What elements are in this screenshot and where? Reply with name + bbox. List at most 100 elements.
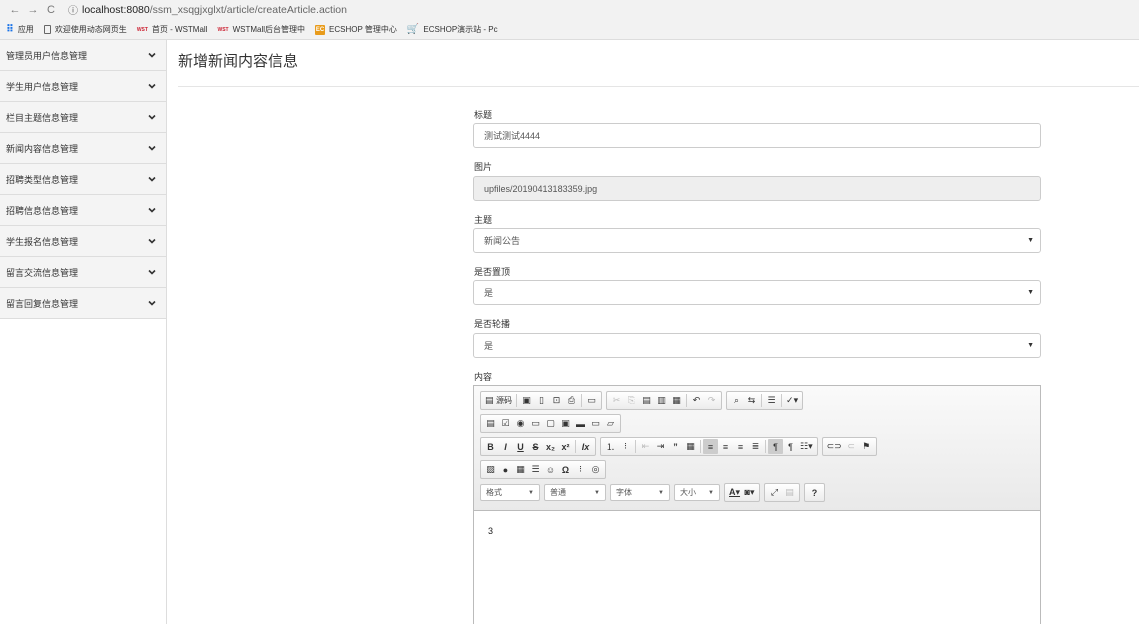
textarea-icon[interactable]: ▢ [543,416,558,431]
preview-icon[interactable]: ⊡ [549,393,564,408]
show-blocks-icon[interactable]: ▤ [782,485,797,500]
chevron-down-icon [148,237,156,245]
copy-icon[interactable]: ⎘ [624,393,639,408]
spellcheck-icon[interactable]: ✓▾ [784,393,800,408]
find-icon[interactable]: ⌕ [729,393,744,408]
sidebar-item-replies[interactable]: 留言回复信息管理 [0,288,166,319]
image-input[interactable]: upfiles/20190413183359.jpg [473,176,1041,201]
reload-icon[interactable]: C [42,4,60,16]
format-dropdown[interactable]: 格式 ▼ [480,484,540,501]
bookmark-label: ECSHOP 管理中心 [329,25,397,34]
back-icon[interactable]: ← [6,4,24,16]
url-field[interactable]: localhost:8080/ssm_xsqgjxglxt/article/cr… [82,4,347,16]
italic-icon[interactable]: I [498,439,513,454]
paste-icon[interactable]: ▤ [639,393,654,408]
editor-content-area[interactable]: 3 [474,512,1040,624]
subscript-icon[interactable]: x₂ [543,439,558,454]
templates-icon[interactable]: ▭ [584,393,599,408]
underline-icon[interactable]: U [513,439,528,454]
text-color-icon[interactable]: A▾ [727,485,742,500]
special-char-icon[interactable]: Ω [558,462,573,477]
outdent-icon[interactable]: ⇤ [638,439,653,454]
button-field-icon[interactable]: ▬ [573,416,588,431]
horizontal-line-icon[interactable]: ☰ [528,462,543,477]
image-icon[interactable]: ▨ [483,462,498,477]
anchor-icon[interactable]: ⚑ [859,439,874,454]
flash-icon[interactable]: ● [498,462,513,477]
select-all-icon[interactable]: ☰ [764,393,779,408]
link-icon[interactable]: ⊂⊃ [825,439,844,454]
rtl-icon[interactable]: ¶ [783,439,798,454]
sidebar-item-messages[interactable]: 留言交流信息管理 [0,257,166,288]
indent-icon[interactable]: ⇥ [653,439,668,454]
font-dropdown[interactable]: 字体 ▼ [610,484,670,501]
pinned-select[interactable]: 是 ▼ [473,280,1041,305]
align-left-icon[interactable]: ≡ [703,439,718,454]
blockquote-icon[interactable]: ” [668,439,683,454]
remove-format-icon[interactable]: Ix [578,439,593,454]
checkbox-icon[interactable]: ☑ [498,416,513,431]
cut-icon[interactable]: ✂ [609,393,624,408]
align-center-icon[interactable]: ≡ [718,439,733,454]
language-icon[interactable]: ☷▾ [798,439,815,454]
paragraph-format-dropdown[interactable]: 普通 ▼ [544,484,606,501]
paste-text-icon[interactable]: ▥ [654,393,669,408]
table-icon[interactable]: ▦ [513,462,528,477]
ltr-icon[interactable]: ¶ [768,439,783,454]
numbered-list-icon[interactable]: ⒈ [603,439,618,454]
title-input[interactable]: 测试测试4444 [473,123,1041,148]
toolbar-row-4: ▨ ● ▦ ☰ ☺ Ω ⁝ ◎ [480,460,610,479]
unlink-icon[interactable]: ⊂ [844,439,859,454]
smiley-icon[interactable]: ☺ [543,462,558,477]
bookmark-welcome[interactable]: 欢迎使用动态网页生 [43,24,127,35]
carousel-select[interactable]: 是 ▼ [473,333,1041,358]
align-right-icon[interactable]: ≡ [733,439,748,454]
sidebar-item-column-topics[interactable]: 栏目主题信息管理 [0,102,166,133]
sidebar-item-student-users[interactable]: 学生用户信息管理 [0,71,166,102]
paste-word-icon[interactable]: ▦ [669,393,684,408]
sidebar-item-news-content[interactable]: 新闻内容信息管理 [0,133,166,164]
image-button-icon[interactable]: ▭ [588,416,603,431]
hidden-field-icon[interactable]: ▱ [603,416,618,431]
forward-icon[interactable]: → [24,4,42,16]
bookmark-ecshop-admin[interactable]: EC ECSHOP 管理中心 [315,24,397,35]
textfield-icon[interactable]: ▭ [528,416,543,431]
new-page-icon[interactable]: ▯ [534,393,549,408]
bookmark-apps[interactable]: ⠿ 应用 [6,24,34,35]
source-button[interactable]: ▤ 源码 [483,393,514,408]
strikethrough-icon[interactable]: S [528,439,543,454]
undo-icon[interactable]: ↶ [689,393,704,408]
bold-icon[interactable]: B [483,439,498,454]
select-field-icon[interactable]: ▣ [558,416,573,431]
print-icon[interactable]: ⎙ [564,393,579,408]
replace-icon[interactable]: ⇆ [744,393,759,408]
toolbar-group-clipboard: ✂ ⎘ ▤ ▥ ▦ ↶ ↷ [606,391,723,410]
iframe-icon[interactable]: ◎ [588,462,603,477]
toolbar-row-2: ▤ ☑ ◉ ▭ ▢ ▣ ▬ ▭ ▱ [480,414,625,433]
radio-icon[interactable]: ◉ [513,416,528,431]
topic-select[interactable]: 新闻公告 ▼ [473,228,1041,253]
page-break-icon[interactable]: ⁝ [573,462,588,477]
sidebar-item-label: 管理员用户信息管理 [6,50,88,61]
align-justify-icon[interactable]: ≣ [748,439,763,454]
sidebar-item-admin-users[interactable]: 管理员用户信息管理 [0,40,166,71]
help-button[interactable]: ? [807,485,822,500]
sidebar-item-student-signup[interactable]: 学生报名信息管理 [0,226,166,257]
div-container-icon[interactable]: ▦ [683,439,698,454]
bulleted-list-icon[interactable]: ⁝ [618,439,633,454]
font-size-dropdown[interactable]: 大小 ▼ [674,484,720,501]
redo-icon[interactable]: ↷ [704,393,719,408]
bookmark-wstmall-admin[interactable]: WST WSTMall后台管理中 [217,24,305,35]
bookmark-label: ECSHOP演示站 - Pc [423,25,498,34]
superscript-icon[interactable]: x² [558,439,573,454]
sidebar-item-job-types[interactable]: 招聘类型信息管理 [0,164,166,195]
sidebar-item-job-info[interactable]: 招聘信息信息管理 [0,195,166,226]
save-icon[interactable]: ▣ [519,393,534,408]
toolbar-separator [581,394,583,407]
background-color-icon[interactable]: ◙▾ [742,485,757,500]
info-icon[interactable]: ⓘ [68,2,78,17]
bookmark-ecshop-demo[interactable]: 🛒 ECSHOP演示站 - Pc [407,24,498,35]
form-icon[interactable]: ▤ [483,416,498,431]
bookmark-wstmall-home[interactable]: WST 首页 - WSTMall [137,24,208,35]
maximize-icon[interactable]: ⤢ [767,485,782,500]
